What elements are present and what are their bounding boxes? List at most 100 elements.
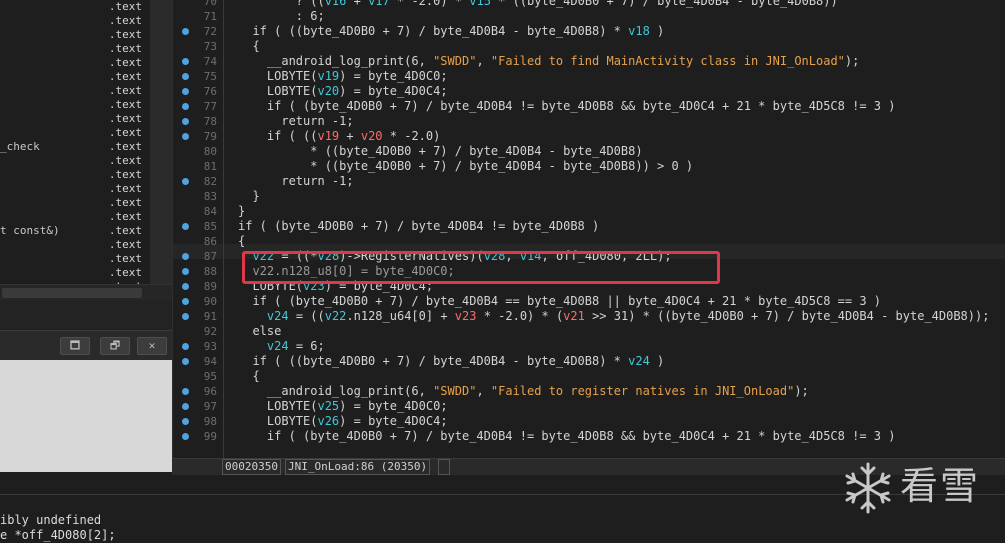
code-line[interactable]: 86 { (173, 234, 1005, 249)
code-token: ) = byte_4D0C0; (339, 399, 448, 413)
segment-row[interactable]: .text (0, 238, 150, 252)
segment-row[interactable]: .text (0, 56, 150, 70)
line-number: 91 (203, 310, 217, 323)
segment-row-segment: .text (108, 84, 142, 97)
code-variable: v26 (317, 414, 340, 428)
code-line[interactable]: 93 v24 = 6; (173, 339, 1005, 354)
segment-row-segment: .text (108, 266, 142, 279)
code-token: .n128_u64[0] + (346, 309, 455, 323)
scrollbar-thumb[interactable] (2, 288, 142, 298)
segment-row[interactable]: .text (0, 98, 150, 112)
segment-row[interactable]: .text (0, 126, 150, 140)
segment-row[interactable]: .text (0, 154, 150, 168)
code-line[interactable]: 76 LOBYTE(v20) = byte_4D0C4; (173, 84, 1005, 99)
segments-panel: .text .text .text .text .text .text .text .text… (0, 0, 172, 300)
code-line[interactable]: 73 { (173, 39, 1005, 54)
pseudocode-view[interactable]: 70 ? ((v16 + v17 * -2.0) * v15 * ((byte_… (172, 0, 1005, 458)
code-text: { (238, 234, 245, 249)
code-token: * -2.0) * ( (476, 309, 564, 323)
segment-row[interactable]: .text (0, 70, 150, 84)
segment-row-segment: .text (108, 210, 142, 223)
code-text: if ( (byte_4D0B0 + 7) / byte_4D0B4 == by… (238, 294, 881, 309)
line-number: 99 (203, 430, 217, 443)
segment-row[interactable]: .text (0, 182, 150, 196)
code-token: __android_log_print(6, (238, 384, 434, 398)
segment-row[interactable]: t const&) .text (0, 224, 150, 238)
code-text: if ( ((byte_4D0B0 + 7) / byte_4D0B4 - by… (238, 354, 664, 369)
code-line[interactable]: 97 LOBYTE(v25) = byte_4D0C0; (173, 399, 1005, 414)
code-text: return -1; (238, 174, 353, 189)
code-text: * ((byte_4D0B0 + 7) / byte_4D0B4 - byte_… (238, 159, 693, 174)
code-variable: v23 (454, 309, 477, 323)
docked-panel-titlebar: 🗖 🗗 ✕ (0, 330, 172, 361)
maximize-button[interactable]: 🗖 (60, 337, 90, 355)
segment-row[interactable]: _check .text (0, 140, 150, 154)
segment-row[interactable]: .text (0, 0, 150, 14)
code-text: return -1; (238, 114, 354, 129)
line-number: 75 (203, 70, 217, 83)
code-line[interactable]: 80 * ((byte_4D0B0 + 7) / byte_4D0B4 - by… (173, 144, 1005, 159)
code-line[interactable]: 84} (173, 204, 1005, 219)
segment-row[interactable]: .text (0, 252, 150, 266)
code-line[interactable]: 72 if ( ((byte_4D0B0 + 7) / byte_4D0B4 -… (173, 24, 1005, 39)
code-variable: v18 (628, 24, 650, 38)
segments-horizontal-scrollbar[interactable] (0, 284, 172, 300)
line-number: 93 (203, 340, 217, 353)
code-line[interactable]: 90 if ( (byte_4D0B0 + 7) / byte_4D0B4 ==… (173, 294, 1005, 309)
code-line[interactable]: 79 if ( ((v19 + v20 * -2.0) (173, 129, 1005, 144)
code-line[interactable]: 95 { (173, 369, 1005, 384)
docked-panel-body (0, 360, 172, 472)
code-line[interactable]: 77 if ( (byte_4D0B0 + 7) / byte_4D0B4 !=… (173, 99, 1005, 114)
line-number: 71 (203, 10, 217, 23)
line-number: 96 (203, 385, 217, 398)
line-number: 98 (203, 415, 217, 428)
code-line[interactable]: 70 ? ((v16 + v17 * -2.0) * v15 * ((byte_… (173, 0, 1005, 9)
code-line[interactable]: 71 : 6; (173, 9, 1005, 24)
code-line[interactable]: 75 LOBYTE(v19) = byte_4D0C0; (173, 69, 1005, 84)
segment-row[interactable]: .text (0, 168, 150, 182)
segment-row-segment: .text (108, 70, 142, 83)
segment-row[interactable]: .text (0, 28, 150, 42)
code-text: * ((byte_4D0B0 + 7) / byte_4D0B4 - byte_… (238, 144, 642, 159)
segment-row[interactable]: .text (0, 266, 150, 280)
code-token: = 6; (288, 339, 325, 353)
code-line[interactable]: 94 if ( ((byte_4D0B0 + 7) / byte_4D0B4 -… (173, 354, 1005, 369)
highlight-annotation-box (242, 251, 720, 284)
segment-row[interactable]: .text (0, 196, 150, 210)
segment-row[interactable]: .text (0, 112, 150, 126)
code-line[interactable]: 78 return -1; (173, 114, 1005, 129)
code-text: { (238, 39, 259, 54)
code-token: } (238, 189, 260, 203)
code-text: LOBYTE(v19) = byte_4D0C0; (238, 69, 448, 84)
code-token: ) (649, 24, 665, 38)
code-variable: v19 (317, 129, 340, 143)
code-line[interactable]: 81 * ((byte_4D0B0 + 7) / byte_4D0B4 - by… (173, 159, 1005, 174)
code-line[interactable]: 99 if ( (byte_4D0B0 + 7) / byte_4D0B4 !=… (173, 429, 1005, 444)
code-token: return -1; (238, 114, 354, 128)
code-line[interactable]: 82 return -1; (173, 174, 1005, 189)
segment-row[interactable]: .text (0, 14, 150, 28)
code-line[interactable]: 98 LOBYTE(v26) = byte_4D0C4; (173, 414, 1005, 429)
code-string: "SWDD" (433, 54, 477, 68)
segment-row[interactable]: .text (0, 210, 150, 224)
code-text: ? ((v16 + v17 * -2.0) * v15 * ((byte_4D0… (238, 0, 838, 9)
segments-vertical-scrollbar[interactable] (150, 0, 172, 284)
restore-button[interactable]: 🗗 (100, 337, 130, 355)
code-text: if ( (byte_4D0B0 + 7) / byte_4D0B4 != by… (238, 219, 599, 234)
segment-row[interactable]: .text (0, 84, 150, 98)
code-text: __android_log_print(6, "SWDD", "Failed t… (238, 384, 809, 399)
line-number: 87 (203, 250, 217, 263)
code-token: + (339, 129, 361, 143)
code-line[interactable]: 96 __android_log_print(6, "SWDD", "Faile… (173, 384, 1005, 399)
code-line[interactable]: 85 if ( (byte_4D0B0 + 7) / byte_4D0B4 != … (173, 219, 1005, 234)
segment-row-segment: .text (108, 224, 142, 237)
code-variable: v21 (563, 309, 585, 323)
code-line[interactable]: 91 v24 = ((v22.n128_u64[0] + v23 * -2.0)… (173, 309, 1005, 324)
segment-row[interactable]: .text (0, 42, 150, 56)
code-string: "Failed to find MainActivity class in JN… (490, 54, 845, 68)
code-line[interactable]: 92 else (173, 324, 1005, 339)
close-button[interactable]: ✕ (137, 337, 167, 355)
code-line[interactable]: 83 } (173, 189, 1005, 204)
code-line[interactable]: 74 __android_log_print(6, "SWDD", "Faile… (173, 54, 1005, 69)
